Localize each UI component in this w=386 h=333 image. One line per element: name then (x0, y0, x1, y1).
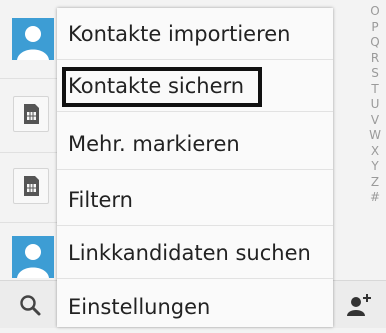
menu-item-label: Kontakte sichern (68, 74, 245, 98)
menu-item-label: Einstellungen (68, 295, 211, 319)
menu-item-settings[interactable]: Einstellungen (57, 281, 333, 333)
menu-item-import-contacts[interactable]: Kontakte importieren (57, 8, 333, 60)
contact-avatar-icon[interactable] (12, 236, 54, 278)
alphabet-letter[interactable]: W (364, 128, 386, 144)
list-divider (0, 152, 60, 153)
menu-item-label: Linkkandidaten suchen (68, 241, 311, 265)
sim-card-icon[interactable] (13, 168, 49, 204)
alphabet-letter[interactable]: T (364, 82, 386, 98)
menu-item-backup-contacts[interactable]: Kontakte sichern (57, 60, 333, 112)
alphabet-letter[interactable]: X (364, 144, 386, 160)
alphabet-letter[interactable]: P (364, 20, 386, 36)
alphabet-index[interactable]: O P Q R S T U V W X Y Z # (364, 4, 386, 206)
list-divider (0, 222, 60, 223)
alphabet-letter[interactable]: R (364, 51, 386, 67)
contact-avatar-icon[interactable] (12, 18, 54, 60)
menu-item-multi-select[interactable]: Mehr. markieren (57, 118, 333, 170)
alphabet-letter[interactable]: Y (364, 159, 386, 175)
alphabet-letter[interactable]: Q (364, 35, 386, 51)
alphabet-letter[interactable]: O (364, 4, 386, 20)
overflow-menu: Kontakte importieren Kontakte sichern Me… (57, 8, 333, 327)
menu-item-label: Mehr. markieren (68, 132, 240, 156)
menu-item-label: Kontakte importieren (68, 22, 291, 46)
sim-card-icon[interactable] (13, 96, 49, 132)
search-icon[interactable] (18, 293, 42, 321)
alphabet-letter[interactable]: U (364, 97, 386, 113)
alphabet-letter[interactable]: S (364, 66, 386, 82)
add-contact-icon[interactable] (344, 291, 374, 323)
menu-item-link-candidates[interactable]: Linkkandidaten suchen (57, 227, 333, 279)
menu-item-filter[interactable]: Filtern (57, 174, 333, 226)
alphabet-letter[interactable]: # (364, 190, 386, 206)
alphabet-letter[interactable]: Z (364, 175, 386, 191)
list-divider (0, 78, 60, 79)
alphabet-letter[interactable]: V (364, 113, 386, 129)
menu-item-label: Filtern (68, 188, 133, 212)
